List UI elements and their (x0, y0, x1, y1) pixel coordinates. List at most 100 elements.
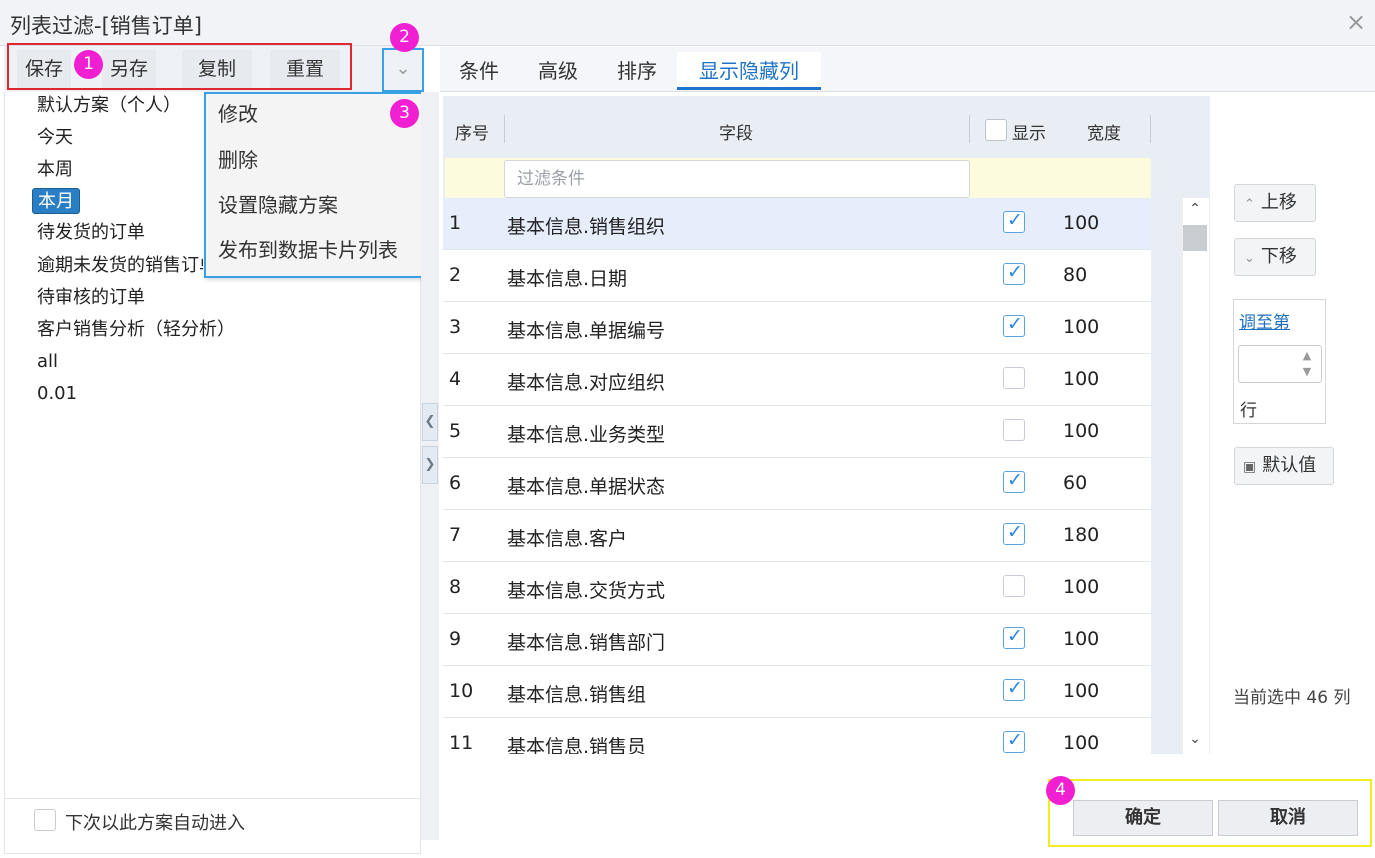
row-width[interactable]: 100 (1063, 316, 1099, 338)
show-column-checkbox[interactable] (1003, 575, 1025, 597)
table-row[interactable]: 5 基本信息.业务类型 100 (443, 406, 1151, 458)
row-number: 7 (449, 524, 462, 546)
row-width[interactable]: 80 (1063, 264, 1087, 286)
tab-show-hide-columns[interactable]: 显示隐藏列 (677, 52, 821, 90)
table-row[interactable]: 1 基本信息.销售组织 100 (443, 198, 1151, 250)
show-column-checkbox[interactable] (1003, 677, 1025, 701)
row-field-name: 基本信息.对应组织 (507, 372, 666, 394)
row-width[interactable]: 100 (1063, 680, 1099, 702)
show-column-checkbox[interactable] (1003, 209, 1025, 233)
table-row[interactable]: 2 基本信息.日期 80 (443, 250, 1151, 302)
close-icon[interactable]: × (1344, 8, 1368, 36)
row-number: 1 (449, 212, 462, 234)
menu-item-set-hidden[interactable]: 设置隐藏方案 (218, 190, 338, 220)
row-number: 5 (449, 420, 462, 442)
tab-conditions[interactable]: 条件 (450, 52, 508, 90)
row-field-name: 基本信息.销售部门 (507, 632, 666, 654)
vertical-scrollbar[interactable] (1182, 198, 1209, 754)
row-field-name: 基本信息.日期 (507, 268, 628, 290)
header-show: 显示 (1012, 124, 1046, 144)
field-filter-input[interactable] (504, 160, 970, 198)
default-value-button[interactable]: ▣ 默认值 (1234, 447, 1334, 485)
divider (4, 798, 421, 799)
spin-up-icon[interactable]: ▲ (1296, 348, 1318, 364)
move-up-button[interactable]: ⌃ 上移 (1234, 184, 1316, 222)
table-row[interactable]: 8 基本信息.交货方式 100 (443, 562, 1151, 614)
scheme-item[interactable]: 默认方案（个人） (37, 93, 181, 119)
scroll-down-icon[interactable]: ⌄ (1185, 731, 1205, 751)
header-width: 宽度 (1087, 124, 1121, 144)
row-width[interactable]: 100 (1063, 212, 1099, 234)
scheme-item[interactable]: all (37, 349, 58, 375)
row-width[interactable]: 100 (1063, 628, 1099, 650)
menu-item-delete[interactable]: 删除 (218, 145, 258, 175)
header-field: 字段 (719, 124, 753, 144)
row-field-name: 基本信息.客户 (507, 528, 628, 550)
row-width[interactable]: 100 (1063, 732, 1099, 754)
row-field-name: 基本信息.业务类型 (507, 424, 666, 446)
move-down-label: 下移 (1260, 246, 1297, 267)
row-number: 2 (449, 264, 462, 286)
menu-item-publish-card[interactable]: 发布到数据卡片列表 (218, 235, 398, 265)
scheme-item[interactable]: 今天 (37, 125, 73, 151)
annotation-badge-4: 4 (1046, 776, 1075, 805)
annotation-badge-3: 3 (390, 99, 419, 128)
row-field-name: 基本信息.单据状态 (507, 476, 666, 498)
row-number: 11 (449, 732, 474, 754)
header-divider (969, 115, 970, 143)
menu-item-edit[interactable]: 修改 (218, 99, 258, 129)
move-down-button[interactable]: ⌄ 下移 (1234, 238, 1316, 276)
scrollbar-thumb[interactable] (1183, 225, 1207, 251)
auto-enter-label: 下次以此方案自动进入 (65, 813, 245, 834)
row-label: 行 (1240, 401, 1257, 421)
expand-right-icon[interactable]: ❯ (422, 446, 438, 484)
scheme-item[interactable]: 0.01 (37, 381, 77, 407)
ok-button[interactable]: 确定 (1073, 800, 1213, 836)
row-width[interactable]: 60 (1063, 472, 1087, 494)
chevron-down-icon: ⌄ (1244, 251, 1255, 266)
jump-to-link[interactable]: 调至第 (1239, 308, 1290, 333)
table-row[interactable]: 9 基本信息.销售部门 100 (443, 614, 1151, 666)
tab-sort[interactable]: 排序 (608, 52, 666, 90)
row-width[interactable]: 100 (1063, 576, 1099, 598)
show-column-checkbox[interactable] (1003, 469, 1025, 493)
table-row[interactable]: 7 基本信息.客户 180 (443, 510, 1151, 562)
row-width[interactable]: 100 (1063, 368, 1099, 390)
auto-enter-checkbox[interactable] (34, 809, 56, 831)
cancel-button[interactable]: 取消 (1218, 800, 1358, 836)
row-width[interactable]: 180 (1063, 524, 1099, 546)
show-column-checkbox[interactable] (1003, 625, 1025, 649)
row-number: 9 (449, 628, 462, 650)
scheme-item[interactable]: 待审核的订单 (37, 285, 145, 311)
window-title: 列表过滤-[销售订单] (10, 14, 202, 38)
table-row[interactable]: 3 基本信息.单据编号 100 (443, 302, 1151, 354)
show-column-checkbox[interactable] (1003, 313, 1025, 337)
scheme-item-selected[interactable]: 本月 (32, 188, 80, 214)
select-all-show-checkbox[interactable] (985, 119, 1007, 141)
scroll-up-icon[interactable]: ⌃ (1185, 201, 1205, 221)
scheme-item[interactable]: 客户销售分析（轻分析） (37, 317, 235, 343)
row-number: 10 (449, 680, 474, 702)
show-column-checkbox[interactable] (1003, 367, 1025, 389)
tab-advanced[interactable]: 高级 (529, 52, 587, 90)
spin-down-icon[interactable]: ▼ (1296, 364, 1318, 380)
row-field-name: 基本信息.销售组织 (507, 216, 666, 238)
header-divider (1150, 115, 1151, 143)
row-width[interactable]: 100 (1063, 420, 1099, 442)
scheme-item[interactable]: 逾期未发货的销售订单 (37, 253, 203, 279)
reset-icon: ▣ (1243, 459, 1257, 475)
scheme-item[interactable]: 本周 (37, 157, 73, 183)
show-column-checkbox[interactable] (1003, 729, 1025, 753)
row-field-name: 基本信息.交货方式 (507, 580, 666, 602)
table-row[interactable]: 6 基本信息.单据状态 60 (443, 458, 1151, 510)
show-column-checkbox[interactable] (1003, 419, 1025, 441)
scheme-item[interactable]: 待发货的订单 (37, 220, 145, 246)
table-row[interactable]: 10 基本信息.销售组 100 (443, 666, 1151, 718)
header-divider (504, 115, 505, 143)
table-row[interactable]: 11 基本信息.销售员 100 (443, 718, 1151, 754)
collapse-left-icon[interactable]: ❮ (422, 403, 438, 441)
show-column-checkbox[interactable] (1003, 261, 1025, 285)
table-row[interactable]: 4 基本信息.对应组织 100 (443, 354, 1151, 406)
scheme-dropdown-button[interactable]: ⌄ (382, 48, 424, 92)
show-column-checkbox[interactable] (1003, 521, 1025, 545)
